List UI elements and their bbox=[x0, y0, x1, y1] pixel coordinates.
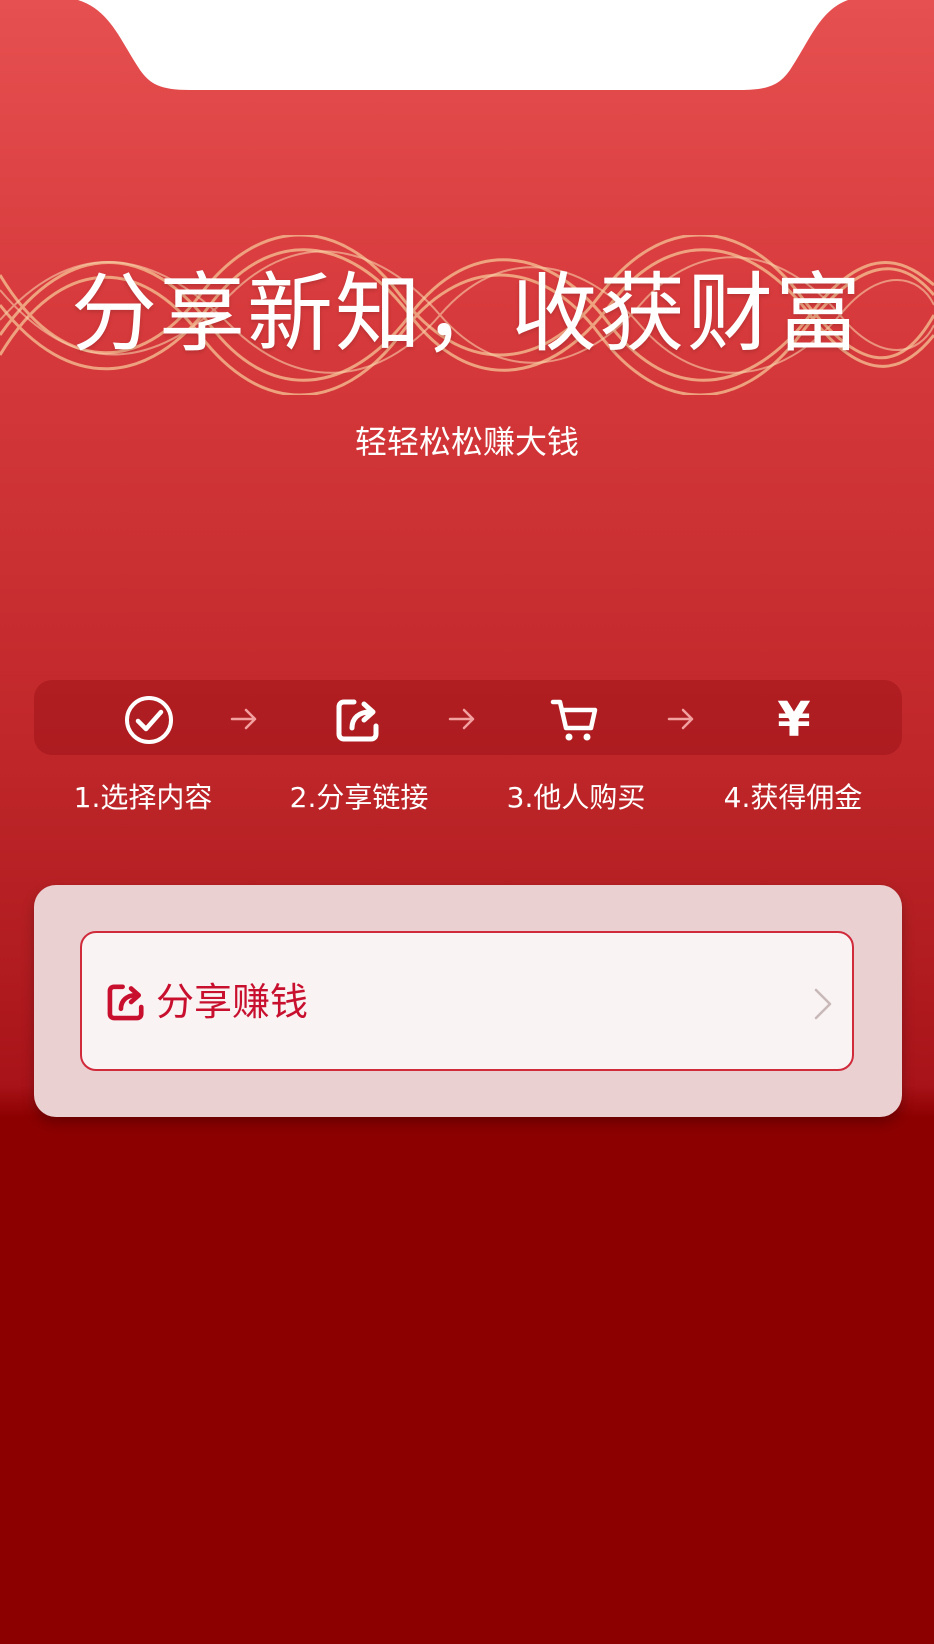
share-earn-button-label: 分享赚钱 bbox=[156, 980, 309, 1024]
share-earn-page: 分享新知，收获财富 轻轻松松赚大钱 ¥ 1.选择内容 2.分享链接 3.他人购买… bbox=[0, 0, 934, 1644]
share-icon bbox=[107, 984, 144, 1021]
share-icon bbox=[330, 692, 386, 748]
hero-title: 分享新知，收获财富 bbox=[71, 264, 863, 364]
arrow-right-icon bbox=[230, 708, 257, 730]
hero-subtitle: 轻轻松松赚大钱 bbox=[354, 423, 579, 461]
step-label-select-content: 1.选择内容 bbox=[73, 781, 213, 814]
arrow-right-icon bbox=[667, 708, 694, 730]
cart-icon bbox=[547, 692, 603, 748]
share-earn-button[interactable]: 分享赚钱 bbox=[80, 931, 854, 1071]
step-label-others-buy: 3.他人购买 bbox=[506, 781, 646, 814]
check-circle-icon bbox=[121, 692, 177, 748]
step-label-share-link: 2.分享链接 bbox=[289, 781, 429, 814]
top-notch bbox=[78, 0, 848, 90]
chevron-right-icon bbox=[814, 988, 832, 1020]
yen-icon: ¥ bbox=[777, 692, 811, 748]
arrow-right-icon bbox=[448, 708, 475, 730]
step-label-get-commission: 4.获得佣金 bbox=[723, 781, 863, 814]
